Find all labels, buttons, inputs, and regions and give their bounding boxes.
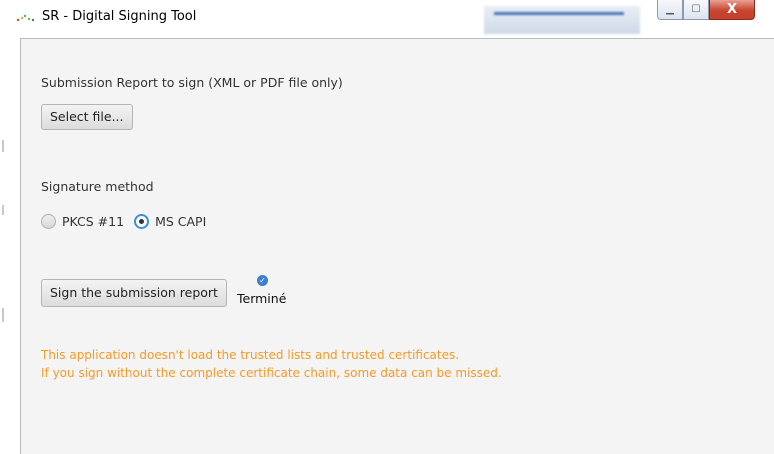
warning-line-2: If you sign without the complete certifi… <box>41 366 502 380</box>
minimize-button[interactable]: ▁ <box>657 0 683 20</box>
edge-shadow <box>2 140 4 152</box>
signature-method-label: Signature method <box>41 179 154 194</box>
select-file-button[interactable]: Select file... <box>41 104 133 130</box>
radio-pkcs11-label[interactable]: PKCS #11 <box>62 214 124 229</box>
radio-mscapi-label[interactable]: MS CAPI <box>155 214 206 229</box>
status-text: Terminé <box>237 291 287 306</box>
title-bar: SR - Digital Signing Tool ▁ ☐ X <box>0 0 774 36</box>
close-icon: X <box>726 2 738 17</box>
edge-shadow <box>2 205 4 215</box>
app-logo-icon <box>16 14 35 22</box>
window-title: SR - Digital Signing Tool <box>42 9 197 24</box>
file-section-label: Submission Report to sign (XML or PDF fi… <box>41 75 343 90</box>
radio-pkcs11[interactable] <box>41 214 56 229</box>
maximize-icon: ☐ <box>691 4 701 15</box>
maximize-button[interactable]: ☐ <box>683 0 709 20</box>
signature-method-group: PKCS #11 MS CAPI <box>41 214 216 229</box>
window-controls: ▁ ☐ X <box>657 0 755 21</box>
sign-button[interactable]: Sign the submission report <box>41 279 227 307</box>
check-icon: ✓ <box>257 275 268 286</box>
close-button[interactable]: X <box>709 0 755 20</box>
warning-line-1: This application doesn't load the truste… <box>41 348 460 362</box>
radio-mscapi[interactable] <box>134 214 150 229</box>
minimize-icon: ▁ <box>666 4 674 15</box>
edge-shadow <box>2 308 4 322</box>
background-window-fragment <box>484 6 640 34</box>
main-panel: Submission Report to sign (XML or PDF fi… <box>20 38 774 454</box>
